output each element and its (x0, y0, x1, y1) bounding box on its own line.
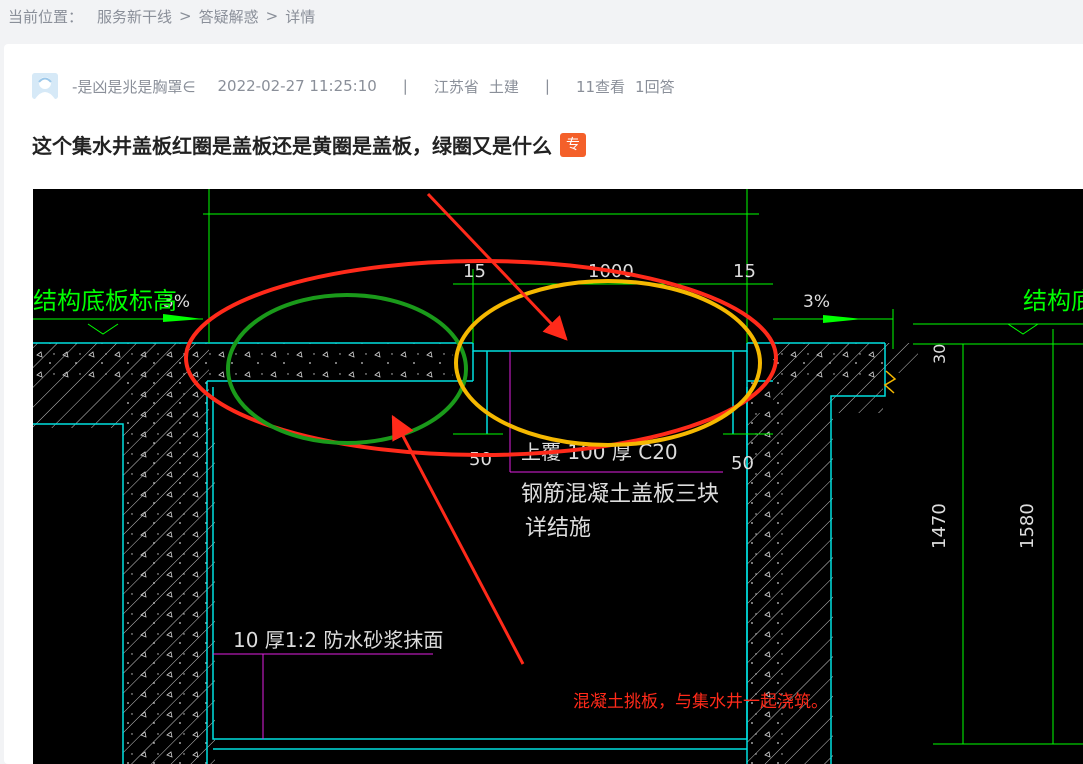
level-label-right: 结构底 (1023, 287, 1083, 315)
breadcrumb-separator: > (265, 7, 279, 25)
dim-1580: 1580 (1017, 503, 1038, 549)
question-title-text: 这个集水井盖板红圈是盖板还是黄圈是盖板，绿圈又是什么 (32, 134, 552, 158)
annotation-text: 混凝土挑板，与集水井一起浇筑。 (573, 692, 828, 712)
expert-badge: 专 (560, 132, 586, 157)
post-meta: -是凶是兆是胸罩∈ 2022-02-27 11:25:10 | 江苏省 土建 |… (32, 72, 675, 100)
note-cover-line2: 钢筋混凝土盖板三块 (521, 482, 719, 507)
level-label-left: 结构底板标高 (33, 287, 177, 315)
post-category: 土建 (488, 77, 519, 96)
question-image[interactable]: 15 1000 15 50 50 30 1470 1580 3% 3% 上覆 1… (33, 189, 1083, 764)
breadcrumb-link-service[interactable]: 服务新干线 (97, 6, 172, 27)
breadcrumb-label: 当前位置： (8, 7, 84, 26)
breadcrumb-current: 详情 (285, 7, 316, 26)
yellow-circle (454, 279, 762, 447)
dim-15-right: 15 (733, 261, 756, 282)
avatar[interactable] (32, 73, 58, 99)
author-name[interactable]: -是凶是兆是胸罩∈ (72, 76, 195, 97)
post-date: 2022-02-27 11:25:10 (217, 77, 377, 95)
answer-count: 1回答 (635, 77, 675, 96)
user-avatar-icon (32, 73, 58, 99)
breadcrumb-separator: > (179, 7, 192, 25)
view-count: 11查看 (575, 77, 626, 96)
breadcrumb-link-qa[interactable]: 答疑解惑 (199, 6, 259, 27)
slope-right: 3% (803, 292, 830, 312)
arrow-to-cover (426, 192, 568, 341)
meta-separator: | (544, 77, 550, 95)
question-title: 这个集水井盖板红圈是盖板还是黄圈是盖板，绿圈又是什么 专 (32, 130, 586, 159)
post-province: 江苏省 (433, 77, 479, 96)
dim-50-left: 50 (469, 449, 492, 470)
dim-50-right: 50 (731, 453, 754, 474)
dim-30: 30 (930, 344, 949, 364)
meta-separator: | (402, 77, 408, 95)
cad-drawing: 15 1000 15 50 50 30 1470 1580 3% 3% 上覆 1… (33, 189, 1083, 764)
note-cover-line3: 详结施 (525, 516, 591, 541)
note-mortar: 10 厚1:2 防水砂浆抹面 (233, 628, 443, 652)
question-card: -是凶是兆是胸罩∈ 2022-02-27 11:25:10 | 江苏省 土建 |… (4, 44, 1083, 764)
dim-15-left: 15 (463, 261, 486, 282)
breadcrumb: 当前位置： 服务新干线 > 答疑解惑 > 详情 (8, 4, 315, 28)
dim-1470: 1470 (929, 503, 950, 549)
